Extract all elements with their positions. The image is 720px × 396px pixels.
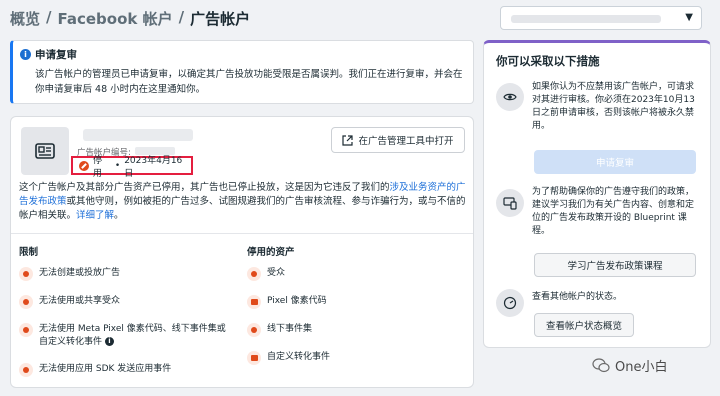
restriction-text: 无法创建或投放广告: [39, 268, 121, 278]
asset-text: 线下事件集: [267, 324, 313, 334]
external-link-icon: [342, 134, 354, 146]
breadcrumb: 概览 / Facebook 帐户 / 广告帐户: [10, 8, 250, 29]
restriction-item: 无法使用 Meta Pixel 像素代码、线下事件集或自定义转化事件 i: [19, 323, 234, 349]
account-selector-value: [511, 15, 661, 23]
appeal-notice: i 申请复审 该广告帐户的管理员已申请复审，以确定其广告投放功能受限是否属误判。…: [10, 40, 474, 104]
status-text: 停用: [92, 155, 102, 179]
wechat-icon: [592, 358, 610, 373]
breadcrumb-separator: /: [46, 8, 52, 26]
asset-text: 受众: [267, 268, 286, 278]
notice-body: 该广告帐户的管理员已申请复审，以确定其广告投放功能受限是否属误判。我们正在进行复…: [35, 69, 463, 95]
actions-title: 你可以采取以下措施: [496, 54, 600, 68]
audience-icon: [247, 267, 261, 281]
status-separator: •: [114, 160, 121, 171]
disabled-icon: [79, 160, 89, 171]
restriction-item: 无法使用应用 SDK 发送应用事件: [19, 363, 239, 377]
asset-item: 线下事件集: [247, 323, 312, 337]
desc-text: 。: [114, 210, 124, 221]
actions-panel: 你可以采取以下措施 如果你认为不应禁用该广告帐户，可请求对其进行审核。你必须在2…: [483, 40, 711, 348]
restriction-item: 无法创建或投放广告: [19, 267, 239, 281]
appeal-instructions: 如果你认为不应禁用该广告帐户，可请求对其进行审核。你必须在2023年10月13日…: [532, 82, 695, 131]
asset-text: Pixel 像素代码: [267, 296, 327, 306]
restriction-item: 无法使用或共享受众: [19, 295, 239, 309]
policy-course-text: 为了帮助确保你的广告遵守我们的政策，建议学习我们为有关广告内容、创意和定位的广告…: [532, 187, 695, 236]
account-status-overview-button[interactable]: 查看帐户状态概览: [534, 313, 634, 337]
ad-account-icon: [21, 127, 69, 175]
open-in-ads-manager-button[interactable]: 在广告管理工具中打开: [331, 127, 465, 153]
account-name: [83, 129, 193, 141]
eye-icon: [496, 83, 524, 111]
account-card: 广告帐户编号: 停用 • 2023年4月16日 在广告管理工具中打开 这个广告帐…: [10, 116, 474, 388]
custom-conversion-icon: [247, 351, 261, 365]
asset-item: Pixel 像素代码: [247, 295, 327, 309]
breadcrumb-overview[interactable]: 概览: [10, 8, 40, 29]
request-review-button[interactable]: 申请复审: [534, 150, 696, 174]
gauge-icon: [496, 289, 524, 317]
learn-more-link[interactable]: 详细了解: [76, 210, 114, 221]
watermark-text: One小白: [615, 360, 668, 375]
restriction-text: 无法使用应用 SDK 发送应用事件: [39, 364, 172, 374]
account-status-text: 查看其他帐户的状态。: [532, 292, 623, 302]
breadcrumb-separator: /: [178, 8, 185, 26]
notice-title: 申请复审: [35, 49, 77, 61]
devices-icon: [496, 189, 524, 217]
restricted-icon: [19, 323, 33, 337]
breadcrumb-current: 广告帐户: [190, 10, 251, 28]
status-badge: 停用 • 2023年4月16日: [71, 156, 193, 179]
learn-policy-course-button[interactable]: 学习广告发布政策课程: [534, 253, 696, 277]
account-description: 这个广告帐户及其部分广告资产已停用，其广告也已停止投放，这是因为它违反了我们的涉…: [19, 181, 467, 223]
asset-text: 自定义转化事件: [267, 352, 331, 362]
restricted-icon: [19, 267, 33, 281]
open-button-label: 在广告管理工具中打开: [358, 136, 454, 147]
divider: [11, 233, 473, 234]
watermark: One小白: [592, 356, 667, 375]
asset-item: 自定义转化事件: [247, 351, 330, 365]
desc-text: 这个广告帐户及其部分广告资产已停用，其广告也已停止投放，这是因为它违反了我们的: [19, 182, 390, 193]
restricted-icon: [19, 363, 33, 377]
restriction-text: 无法使用 Meta Pixel 像素代码、线下事件集或自定义转化事件: [39, 324, 226, 347]
disabled-assets-title: 停用的资产: [247, 247, 295, 258]
asset-item: 受众: [247, 267, 285, 281]
restriction-text: 无法使用或共享受众: [39, 296, 121, 306]
offline-event-icon: [247, 323, 261, 337]
info-icon: i: [20, 49, 31, 60]
chevron-down-icon: ▼: [685, 12, 693, 23]
pixel-icon: [247, 295, 261, 309]
status-date: 2023年4月16日: [124, 155, 183, 179]
restrictions-title: 限制: [19, 247, 39, 258]
info-icon[interactable]: i: [104, 337, 114, 346]
account-selector[interactable]: ▼: [500, 6, 702, 30]
breadcrumb-facebook-accounts[interactable]: Facebook 帐户: [58, 8, 173, 29]
restricted-icon: [19, 295, 33, 309]
